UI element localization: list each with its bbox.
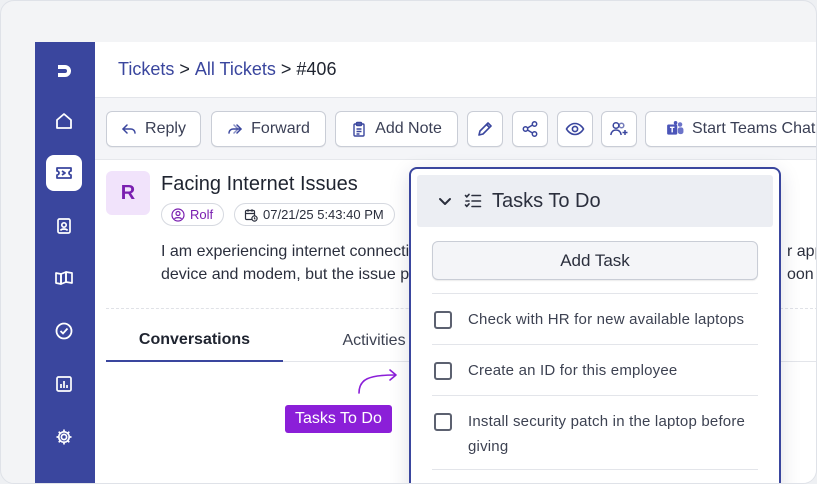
task-label: Create an ID for this employee	[468, 362, 678, 379]
book-icon[interactable]	[46, 260, 82, 296]
screenshot-frame: Tickets > All Tickets > #406 Reply Forwa…	[0, 0, 817, 484]
task-label: Install security patch in the laptop bef…	[468, 413, 746, 455]
reply-label: Reply	[145, 120, 186, 137]
callout-arrow-icon	[358, 369, 397, 394]
reply-button[interactable]: Reply	[106, 111, 201, 147]
gear-icon[interactable]	[46, 419, 82, 455]
tasks-callout-label: Tasks To Do	[285, 405, 392, 433]
task-item: Check with HR for new available laptops	[432, 293, 758, 344]
watch-button[interactable]	[557, 111, 593, 147]
share-icon	[522, 121, 538, 137]
forward-label: Forward	[251, 120, 310, 137]
created-date-chip: 07/21/25 5:43:40 PM	[234, 203, 395, 226]
share-button[interactable]	[512, 111, 548, 147]
teams-icon	[667, 121, 684, 135]
task-checkbox[interactable]	[434, 362, 452, 380]
sidebar	[35, 42, 95, 483]
ticket-toolbar: Reply Forward Add Note Start Teams Chat	[95, 98, 816, 160]
breadcrumb-current-ticket: #406	[296, 59, 337, 79]
add-task-button[interactable]: Add Task	[432, 241, 758, 280]
task-list-icon	[464, 193, 482, 208]
add-note-label: Add Note	[375, 120, 442, 137]
reply-icon	[122, 124, 136, 134]
task-item: Install security patch in the laptop bef…	[432, 395, 758, 470]
check-circle-icon[interactable]	[46, 313, 82, 349]
add-note-button[interactable]: Add Note	[335, 111, 458, 147]
description-line: oon as	[787, 266, 816, 283]
chevron-down-icon	[439, 198, 451, 205]
eye-icon	[565, 122, 585, 136]
forward-icon	[228, 124, 242, 134]
created-datetime: 07/21/25 5:43:40 PM	[263, 207, 384, 222]
ticket-description-overflow: r appl oon as	[787, 240, 816, 286]
add-watcher-button[interactable]	[601, 111, 637, 147]
task-label: Check with HR for new available laptops	[468, 311, 745, 328]
tasks-panel-header[interactable]: Tasks To Do	[417, 175, 773, 227]
task-item: Create an ID for this employee	[432, 344, 758, 395]
tasks-panel: Tasks To Do Add Task Check with HR for n…	[409, 167, 781, 483]
ticket-title: Facing Internet Issues	[161, 173, 358, 195]
description-line: I am experiencing internet connectiv	[161, 243, 418, 260]
task-checkbox[interactable]	[434, 413, 452, 431]
helpdesk-app: Tickets > All Tickets > #406 Reply Forwa…	[35, 42, 816, 483]
pencil-icon	[478, 122, 492, 136]
start-teams-chat-label: Start Teams Chat	[692, 120, 816, 137]
edit-button[interactable]	[467, 111, 503, 147]
breadcrumb: Tickets > All Tickets > #406	[95, 42, 816, 98]
add-user-icon	[610, 121, 628, 136]
breadcrumb-tickets-link[interactable]: Tickets	[118, 59, 174, 80]
user-circle-icon	[171, 207, 185, 222]
start-teams-chat-button[interactable]: Start Teams Chat	[645, 111, 816, 147]
ticket-icon[interactable]	[46, 155, 82, 191]
description-line: device and modem, but the issue pe	[161, 266, 419, 283]
home-icon[interactable]	[46, 103, 82, 139]
requester-name: Rolf	[190, 207, 214, 222]
clipboard-icon	[353, 121, 365, 137]
calendar-clock-icon	[244, 208, 258, 222]
tab-conversations[interactable]: Conversations	[106, 320, 283, 362]
tasks-panel-title: Tasks To Do	[492, 189, 601, 212]
contacts-icon[interactable]	[46, 208, 82, 244]
breadcrumb-separator: >	[280, 59, 292, 79]
description-line: r appl	[787, 243, 816, 260]
logo-icon[interactable]	[46, 53, 82, 89]
forward-button[interactable]: Forward	[211, 111, 326, 147]
ticket-description: I am experiencing internet connectiv dev…	[161, 240, 418, 286]
breadcrumb-separator: >	[179, 59, 190, 79]
requester-chip[interactable]: Rolf	[161, 203, 225, 226]
chart-icon[interactable]	[46, 366, 82, 402]
tab-activities[interactable]: Activities	[339, 320, 409, 362]
breadcrumb-all-tickets-link[interactable]: All Tickets	[195, 59, 276, 80]
requester-avatar: R	[106, 171, 150, 215]
task-checkbox[interactable]	[434, 311, 452, 329]
